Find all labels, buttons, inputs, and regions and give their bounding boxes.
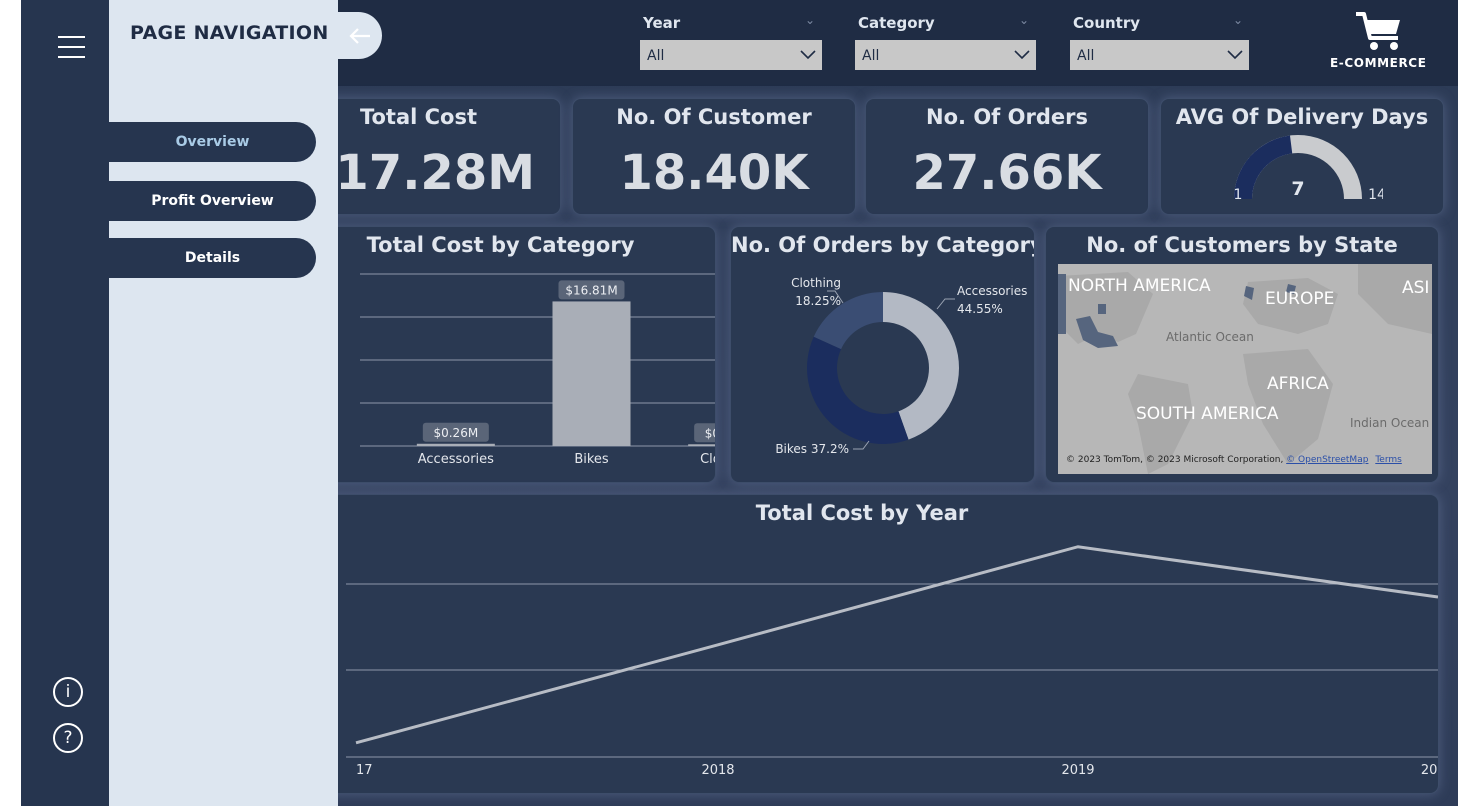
bar-chart: Accessories $0.26M Bikes $16.81M Clothing $0.… [360, 273, 715, 467]
nav-button-details[interactable]: Details [109, 238, 316, 278]
category-dropdown[interactable]: All [855, 40, 1036, 70]
leader-line [936, 298, 955, 310]
category-tick-label: Accessories [418, 452, 494, 467]
chevron-down-icon[interactable]: ⌄ [1019, 13, 1029, 27]
gauge-fill [1234, 135, 1293, 199]
slice-label: Bikes 37.2% [775, 442, 849, 456]
kpi-title: No. Of Orders [926, 105, 1088, 129]
world-map[interactable]: NORTH AMERICA EUROPE ASI Atlantic Ocean … [1058, 264, 1432, 474]
x-tick-label: 2018 [701, 763, 734, 778]
x-tick-label: 2019 [1061, 763, 1094, 778]
map-label: AFRICA [1267, 374, 1329, 394]
terms-link[interactable]: Terms [1375, 455, 1402, 465]
customers-by-state-card[interactable]: No. of Customers by State NORTH AMERICA … [1045, 226, 1439, 483]
donut-chart: Accessories 44.55% Bikes 37.2% Clothing 18.2… [775, 276, 1027, 456]
filter-label: Category [858, 14, 935, 32]
series-line [355, 545, 1438, 745]
x-tick-label: 2020 [1421, 763, 1438, 778]
line-chart: 17 2018 2019 2020 [346, 545, 1438, 778]
map-label: Indian Ocean [1350, 416, 1430, 430]
left-rail: i ? [21, 0, 109, 806]
filter-label: Year [643, 14, 681, 32]
map-label: SOUTH AMERICA [1136, 404, 1279, 424]
map-label: NORTH AMERICA [1068, 276, 1211, 296]
copyright-text: © 2023 TomTom, © 2023 Microsoft Corporat… [1066, 455, 1284, 465]
chart-title: No. of Customers by State [1086, 233, 1398, 257]
map-copyright: © 2023 TomTom, © 2023 Microsoft Corporat… [1066, 455, 1402, 465]
country-dropdown[interactable]: All [1070, 40, 1249, 70]
chevron-down-icon [800, 48, 816, 64]
chevron-down-icon[interactable]: ⌄ [1233, 13, 1243, 27]
report-canvas: Year ⌄ All Category ⌄ All Country ⌄ All … [21, 0, 1458, 806]
bar [552, 301, 631, 446]
chevron-down-icon [1014, 48, 1030, 64]
donut-slice [807, 336, 909, 444]
chevron-down-icon [1227, 48, 1243, 64]
data-label: $16.81M [565, 283, 617, 297]
kpi-value: 27.66K [912, 145, 1102, 201]
nav-button-overview[interactable]: Overview [109, 122, 316, 162]
nav-title: PAGE NAVIGATION [130, 22, 329, 44]
cost-by-category-card[interactable]: Total Cost by Category Accessories $0.26M… [285, 226, 716, 483]
help-icon[interactable]: ? [53, 723, 83, 753]
x-tick-label: 17 [356, 763, 373, 778]
kpi-customers[interactable]: No. Of Customer 18.40K [572, 98, 856, 215]
dropdown-value: All [647, 48, 665, 64]
data-label: $0.20M [705, 426, 715, 440]
kpi-title: AVG Of Delivery Days [1175, 105, 1429, 129]
chevron-down-icon[interactable]: ⌄ [805, 13, 815, 27]
slice-label: Clothing [791, 276, 841, 290]
slice-percent: 18.25% [795, 294, 841, 308]
cost-by-year-card[interactable]: Total Cost by Year 17201820192020 [285, 494, 1439, 794]
orders-by-category-card[interactable]: No. Of Orders by Category Accessories 44.… [730, 226, 1035, 483]
slice-label: Accessories [957, 284, 1027, 298]
logo-text: E-COMMERCE [1330, 56, 1427, 70]
page-navigation-panel: PAGE NAVIGATION [109, 0, 338, 806]
gauge-min: 1 [1234, 187, 1243, 203]
map-label: ASI [1402, 278, 1430, 298]
delivery-gauge: 7 1 14 [1234, 135, 1383, 203]
menu-icon[interactable] [58, 36, 85, 58]
slice-percent: 44.55% [957, 302, 1003, 316]
gauge-max: 14 [1368, 187, 1383, 203]
map-label: EUROPE [1265, 289, 1335, 309]
category-tick-label: Bikes [574, 452, 609, 467]
osm-link[interactable]: © OpenStreetMap [1286, 455, 1368, 465]
bar [688, 444, 715, 446]
dropdown-value: All [862, 48, 880, 64]
gauge-value: 7 [1291, 178, 1304, 200]
info-icon[interactable]: i [53, 677, 83, 707]
nav-button-profit-overview[interactable]: Profit Overview [109, 181, 316, 221]
bar [416, 443, 495, 446]
data-label: $0.26M [433, 426, 478, 440]
year-dropdown[interactable]: All [640, 40, 822, 70]
shopping-cart-icon [1356, 12, 1400, 50]
kpi-value: 18.40K [619, 145, 809, 201]
kpi-delivery-days[interactable]: AVG Of Delivery Days 7 1 14 [1160, 98, 1444, 215]
filter-label: Country [1073, 14, 1141, 32]
kpi-title: No. Of Customer [616, 105, 812, 129]
category-tick-label: Clothing [700, 452, 715, 467]
map-label: Atlantic Ocean [1166, 330, 1254, 344]
dropdown-value: All [1077, 48, 1095, 64]
kpi-orders[interactable]: No. Of Orders 27.66K [865, 98, 1149, 215]
